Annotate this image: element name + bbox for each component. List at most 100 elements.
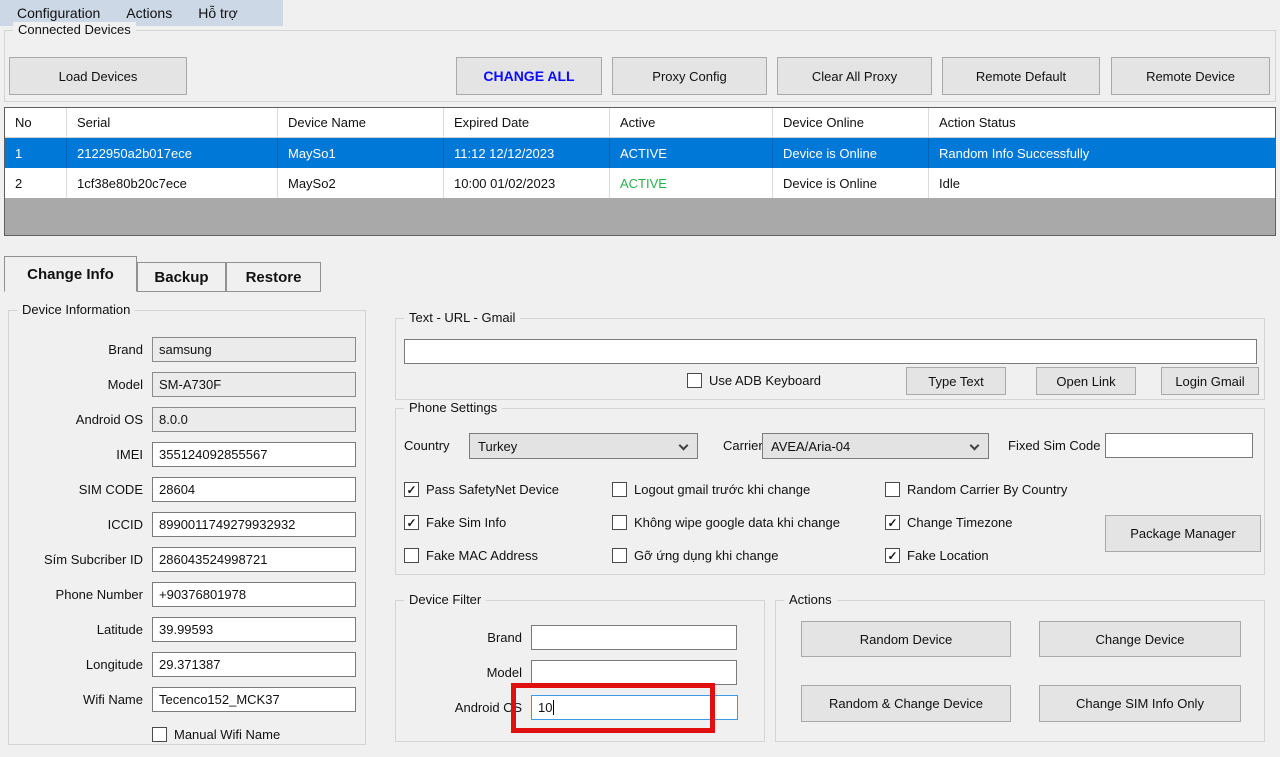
label-filter-android-os: Android OS	[396, 700, 522, 715]
cell-serial: 1cf38e80b20c7ece	[67, 168, 278, 198]
random-and-change-device-button[interactable]: Random & Change Device	[801, 685, 1011, 722]
column-header-no[interactable]: No	[5, 108, 67, 138]
menu-actions[interactable]: Actions	[113, 2, 185, 24]
column-header-serial[interactable]: Serial	[67, 108, 278, 138]
clear-all-proxy-button[interactable]: Clear All Proxy	[777, 57, 932, 95]
country-dropdown[interactable]: Turkey	[469, 433, 698, 459]
text-cursor	[553, 700, 554, 715]
value-sim-subcriber-id: 286043524998721	[159, 552, 267, 567]
checkbox-box	[687, 373, 702, 388]
input-longitude[interactable]: 29.371387	[152, 652, 356, 677]
menu-ho-tro[interactable]: Hỗ trợ	[185, 2, 251, 24]
random-device-button[interactable]: Random Device	[801, 621, 1011, 657]
column-header-device-online[interactable]: Device Online	[773, 108, 929, 138]
checkbox-manual-wifi-name[interactable]: Manual Wifi Name	[152, 726, 280, 743]
filter-brand-input[interactable]	[531, 625, 737, 650]
value-latitude: 39.99593	[159, 622, 213, 637]
table-row[interactable]: 2 1cf38e80b20c7ece MaySo2 10:00 01/02/20…	[5, 168, 1275, 198]
checkbox-fake-location[interactable]: Fake Location	[885, 547, 989, 564]
change-device-button[interactable]: Change Device	[1039, 621, 1241, 657]
checkbox-pass-safetynet-device[interactable]: Pass SafetyNet Device	[404, 481, 559, 498]
proxy-config-button[interactable]: Proxy Config	[612, 57, 767, 95]
checkbox-random-carrier-by-country[interactable]: Random Carrier By Country	[885, 481, 1067, 498]
label-brand: Brand	[9, 342, 143, 357]
table-header-row: No Serial Device Name Expired Date Activ…	[5, 108, 1275, 138]
label-model: Model	[9, 377, 143, 392]
cell-expired-date: 10:00 01/02/2023	[444, 168, 610, 198]
cell-device-name: MaySo2	[278, 168, 444, 198]
filter-android-os-input[interactable]: 10	[531, 695, 738, 720]
label-latitude: Latitude	[9, 622, 143, 637]
checkbox-box	[612, 482, 627, 497]
input-iccid[interactable]: 8990011749279932932	[152, 512, 356, 537]
country-value: Turkey	[478, 439, 517, 454]
package-manager-button[interactable]: Package Manager	[1105, 515, 1261, 552]
change-all-button[interactable]: CHANGE ALL	[456, 57, 602, 95]
input-latitude[interactable]: 39.99593	[152, 617, 356, 642]
device-information-group: Device Information Brand samsung Model S…	[8, 310, 366, 745]
remote-default-button[interactable]: Remote Default	[942, 57, 1100, 95]
tab-backup[interactable]: Backup	[137, 262, 226, 292]
label-sim-subcriber-id: Sím Subcriber ID	[9, 552, 143, 567]
label-sim-code: SIM CODE	[9, 482, 143, 497]
tab-change-info[interactable]: Change Info	[4, 256, 137, 292]
value-longitude: 29.371387	[159, 657, 220, 672]
carrier-dropdown[interactable]: AVEA/Aria-04	[762, 433, 989, 459]
input-android-os[interactable]: 8.0.0	[152, 407, 356, 432]
chevron-down-icon	[970, 441, 980, 451]
checkbox-label: Pass SafetyNet Device	[426, 482, 559, 497]
value-android-os: 8.0.0	[159, 412, 188, 427]
remote-device-button[interactable]: Remote Device	[1111, 57, 1270, 95]
fixed-sim-code-input[interactable]	[1105, 433, 1253, 458]
checkbox-box	[885, 548, 900, 563]
connected-devices-title: Connected Devices	[13, 22, 136, 37]
label-longitude: Longitude	[9, 657, 143, 672]
device-filter-group: Device Filter Brand Model Android OS 10	[395, 600, 765, 742]
cell-serial: 2122950a2b017ece	[67, 138, 278, 168]
input-wifi-name[interactable]: Tecenco152_MCK37	[152, 687, 356, 712]
menu-configuration[interactable]: Configuration	[4, 2, 113, 24]
checkbox-logout-gmail-truoc-khi-change[interactable]: Logout gmail trước khi change	[612, 481, 810, 498]
cell-device-name: MaySo1	[278, 138, 444, 168]
column-header-active[interactable]: Active	[610, 108, 773, 138]
checkbox-khong-wipe-google-data[interactable]: Không wipe google data khi change	[612, 514, 840, 531]
checkbox-box	[404, 548, 419, 563]
value-model: SM-A730F	[159, 377, 221, 392]
input-sim-code[interactable]: 28604	[152, 477, 356, 502]
login-gmail-button[interactable]: Login Gmail	[1161, 367, 1259, 395]
label-country: Country	[404, 433, 450, 459]
checkbox-box	[404, 515, 419, 530]
input-phone-number[interactable]: +90376801978	[152, 582, 356, 607]
change-sim-info-only-button[interactable]: Change SIM Info Only	[1039, 685, 1241, 722]
devices-table: No Serial Device Name Expired Date Activ…	[4, 107, 1276, 236]
actions-title: Actions	[784, 592, 837, 607]
checkbox-go-ung-dung-khi-change[interactable]: Gỡ ứng dụng khi change	[612, 547, 778, 564]
checkbox-change-timezone[interactable]: Change Timezone	[885, 514, 1013, 531]
value-brand: samsung	[159, 342, 212, 357]
checkbox-fake-mac-address[interactable]: Fake MAC Address	[404, 547, 538, 564]
input-imei[interactable]: 355124092855567	[152, 442, 356, 467]
column-header-expired-date[interactable]: Expired Date	[444, 108, 610, 138]
load-devices-button[interactable]: Load Devices	[9, 57, 187, 95]
open-link-button[interactable]: Open Link	[1036, 367, 1136, 395]
cell-device-online: Device is Online	[773, 138, 929, 168]
input-sim-subcriber-id[interactable]: 286043524998721	[152, 547, 356, 572]
column-header-action-status[interactable]: Action Status	[929, 108, 1275, 138]
checkbox-use-adb-keyboard[interactable]: Use ADB Keyboard	[687, 372, 821, 389]
input-brand[interactable]: samsung	[152, 337, 356, 362]
tab-restore[interactable]: Restore	[226, 262, 321, 292]
checkbox-fake-sim-info[interactable]: Fake Sim Info	[404, 514, 506, 531]
filter-model-input[interactable]	[531, 660, 737, 685]
label-filter-brand: Brand	[396, 630, 522, 645]
text-url-gmail-input[interactable]	[404, 339, 1257, 364]
label-android-os: Android OS	[9, 412, 143, 427]
text-url-gmail-title: Text - URL - Gmail	[404, 310, 520, 325]
cell-active: ACTIVE	[610, 168, 773, 198]
type-text-button[interactable]: Type Text	[906, 367, 1006, 395]
table-row[interactable]: 1 2122950a2b017ece MaySo1 11:12 12/12/20…	[5, 138, 1275, 168]
label-phone-number: Phone Number	[9, 587, 143, 602]
label-fixed-sim-code: Fixed Sim Code	[1008, 433, 1100, 459]
cell-no: 2	[5, 168, 67, 198]
input-model[interactable]: SM-A730F	[152, 372, 356, 397]
column-header-device-name[interactable]: Device Name	[278, 108, 444, 138]
